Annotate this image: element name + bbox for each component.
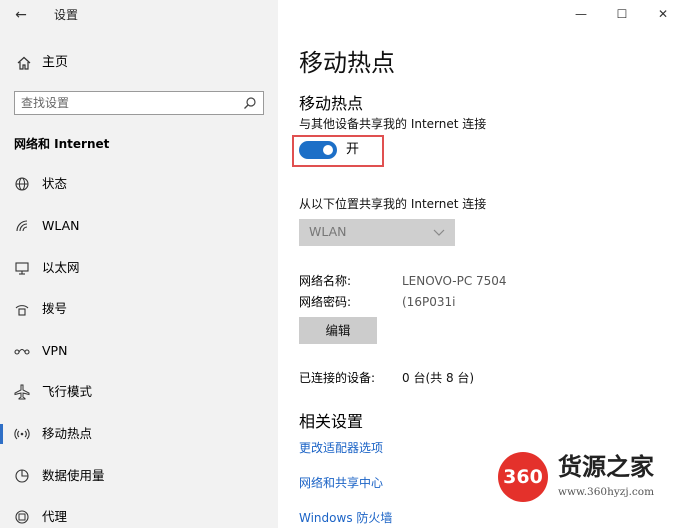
sidebar-item-label: WLAN [42, 218, 80, 233]
network-name-value: LENOVO-PC 7504 [402, 274, 507, 288]
network-name-label: 网络名称: [299, 274, 352, 288]
sidebar-item-home[interactable]: 主页 [0, 50, 278, 76]
hotspot-toggle[interactable] [299, 141, 337, 159]
watermark-badge: 360 [498, 452, 548, 502]
network-password-label: 网络密码: [299, 295, 352, 309]
sidebar-item-label: 飞行模式 [42, 384, 93, 399]
sidebar-item-label: 数据使用量 [42, 468, 105, 483]
sidebar-item-label: 代理 [42, 509, 68, 524]
toggle-knob [323, 145, 333, 155]
data-usage-icon [15, 469, 29, 483]
dialup-icon [15, 305, 29, 316]
section-header: 网络和 Internet [14, 137, 110, 151]
sidebar-item-proxy[interactable]: 代理 [0, 503, 278, 531]
sidebar-item-label: 移动热点 [42, 426, 93, 441]
search-icon[interactable] [243, 96, 257, 110]
hotspot-section-title: 移动热点 [299, 94, 364, 113]
proxy-icon [15, 510, 29, 524]
airplane-icon [14, 384, 30, 400]
related-settings-title: 相关设置 [299, 412, 364, 431]
hotspot-description: 与其他设备共享我的 Internet 连接 [299, 117, 487, 131]
chevron-down-icon [433, 229, 445, 236]
close-button[interactable]: ✕ [648, 2, 678, 26]
active-indicator [0, 424, 3, 444]
sidebar-item-label: 拨号 [42, 301, 68, 316]
sidebar-item-mobile-hotspot[interactable]: 移动热点 [0, 420, 278, 448]
back-button[interactable]: ← [10, 6, 32, 24]
main-content: — ☐ ✕ 移动热点 移动热点 与其他设备共享我的 Internet 连接 开 … [278, 0, 682, 528]
sidebar-item-status[interactable]: 状态 [0, 170, 278, 198]
sidebar-item-wlan[interactable]: WLAN [0, 212, 278, 240]
wifi-icon [16, 220, 28, 232]
back-arrow-icon: ← [15, 7, 27, 23]
app-title: 设置 [54, 8, 79, 22]
search-box [14, 91, 264, 115]
share-from-label: 从以下位置共享我的 Internet 连接 [299, 197, 487, 211]
watermark-url: www.360hyzj.com [558, 486, 655, 498]
sidebar-item-label: 以太网 [42, 260, 80, 275]
home-icon [17, 56, 31, 70]
ethernet-icon [15, 262, 29, 275]
link-windows-firewall[interactable]: Windows 防火墙 [299, 510, 392, 526]
vpn-icon [14, 348, 30, 355]
watermark-logo: 360 货源之家 www.360hyzj.com [498, 450, 682, 508]
sidebar-item-data-usage[interactable]: 数据使用量 [0, 462, 278, 490]
page-title: 移动热点 [299, 49, 395, 77]
network-password-value: (16P031i [402, 295, 456, 309]
edit-button[interactable]: 编辑 [299, 317, 377, 344]
globe-icon [15, 177, 29, 191]
link-network-sharing-center[interactable]: 网络和共享中心 [299, 475, 383, 491]
sidebar-item-vpn[interactable]: VPN [0, 337, 278, 365]
sidebar-item-ethernet[interactable]: 以太网 [0, 254, 278, 282]
toggle-state-label: 开 [346, 142, 360, 157]
watermark-name: 货源之家 [558, 452, 654, 481]
sidebar-item-dialup[interactable]: 拨号 [0, 295, 278, 323]
sidebar-item-label: 状态 [42, 176, 68, 191]
dropdown-value: WLAN [309, 224, 347, 239]
sidebar-item-label: 主页 [42, 55, 69, 70]
maximize-button[interactable]: ☐ [607, 2, 637, 26]
sidebar: ← 设置 主页 网络和 Internet 状态 WLAN [0, 0, 278, 528]
connected-devices-value: 0 台(共 8 台) [402, 371, 475, 385]
hotspot-icon [14, 428, 30, 440]
link-adapter-options[interactable]: 更改适配器选项 [299, 440, 383, 456]
minimize-button[interactable]: — [566, 2, 596, 26]
search-input[interactable] [21, 94, 231, 112]
sidebar-item-label: VPN [42, 343, 68, 358]
connected-devices-label: 已连接的设备: [299, 371, 376, 385]
sidebar-item-airplane[interactable]: 飞行模式 [0, 378, 278, 406]
share-from-dropdown[interactable]: WLAN [299, 219, 455, 246]
